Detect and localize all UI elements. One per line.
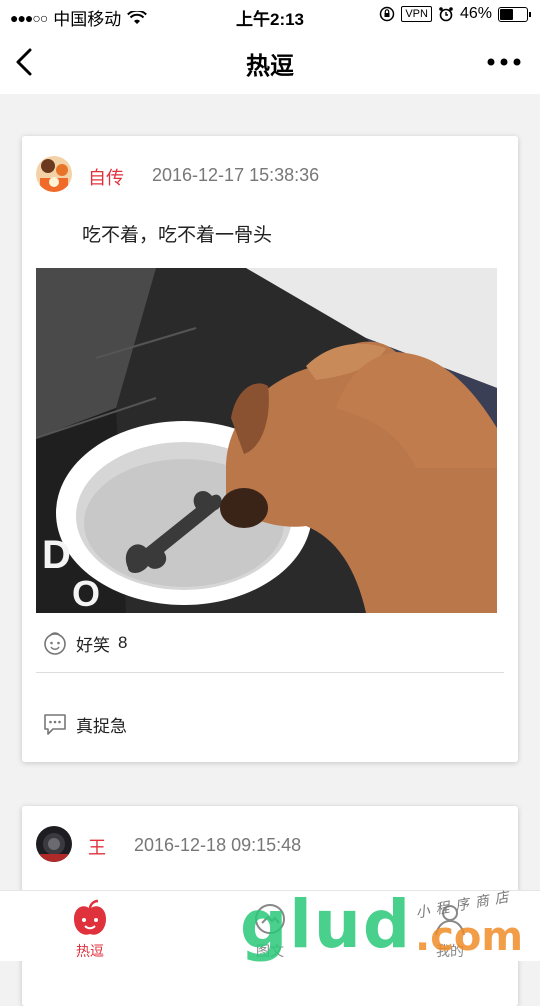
person-icon <box>435 905 465 936</box>
page-title: 热逗 <box>246 53 294 80</box>
apple-icon <box>74 899 106 935</box>
funny-count: 8 <box>118 633 128 652</box>
tab-images[interactable]: 图文 <box>180 891 360 961</box>
vpn-badge: VPN <box>401 6 432 22</box>
post-time: 2016-12-17 15:38:36 <box>152 165 320 185</box>
post-image[interactable]: D O <box>36 268 497 613</box>
funny-button[interactable]: 好笑 8 <box>42 629 127 657</box>
smiley-icon <box>44 632 66 655</box>
navigation-bar: 热逗 <box>0 30 540 94</box>
status-bar: ●●●○○ 中国移动 上午2:13 VPN 46% <box>0 0 540 30</box>
divider <box>36 672 504 673</box>
tab-hot[interactable]: 热逗 <box>0 891 180 961</box>
more-icon[interactable] <box>486 50 522 74</box>
battery-icon <box>498 6 531 22</box>
tab-label: 图文 <box>256 943 284 959</box>
post-card: 自传 2016-12-17 15:38:36 吃不着，吃不着一骨头 D O 好笑… <box>22 136 518 762</box>
alarm-icon <box>439 7 453 22</box>
comment-label: 真捉急 <box>76 716 127 736</box>
comment-icon <box>44 714 66 735</box>
author-name[interactable]: 自传 <box>88 164 124 190</box>
tab-label: 热逗 <box>76 943 104 959</box>
svg-text:O: O <box>72 573 100 613</box>
tab-bar: 热逗 图文 我的 <box>0 890 540 961</box>
image-icon <box>255 904 285 934</box>
avatar[interactable] <box>36 826 72 862</box>
funny-label: 好笑 <box>76 635 110 655</box>
post-time: 2016-12-18 09:15:48 <box>134 835 302 855</box>
avatar[interactable] <box>36 156 72 192</box>
tab-label: 我的 <box>436 943 464 959</box>
status-right: VPN 46% <box>379 5 531 23</box>
svg-text:D: D <box>42 533 71 577</box>
comment-button[interactable]: 真捉急 <box>42 710 127 738</box>
rotation-lock-icon <box>380 6 395 22</box>
tab-mine[interactable]: 我的 <box>360 891 540 961</box>
battery-percent: 46% <box>459 5 492 22</box>
author-name[interactable]: 王 <box>88 834 106 860</box>
post-text: 吃不着，吃不着一骨头 <box>82 225 273 246</box>
